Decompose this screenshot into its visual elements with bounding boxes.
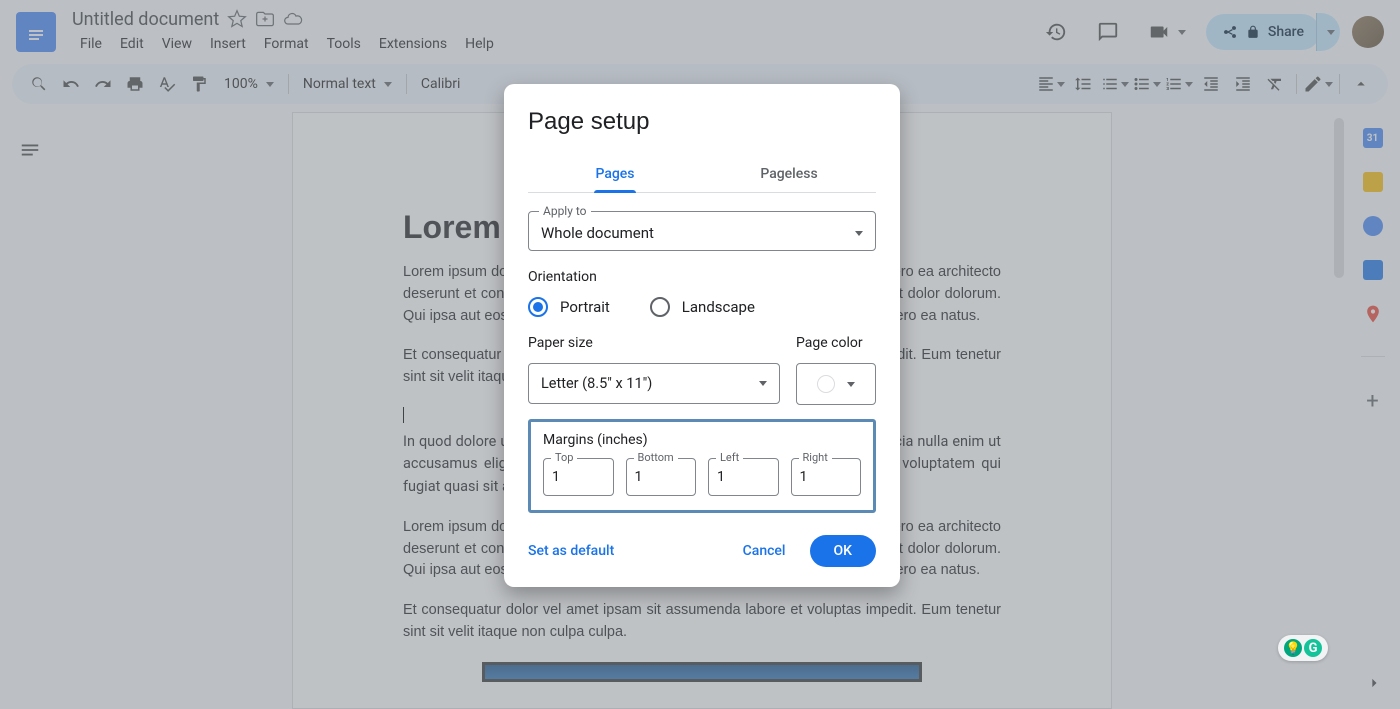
expand-panel-icon[interactable] [1364, 673, 1384, 693]
margin-top-label: Top [551, 451, 577, 464]
margin-right-label: Right [799, 451, 832, 464]
cancel-button[interactable]: Cancel [727, 535, 802, 567]
grammarly-icon: G [1304, 639, 1322, 657]
paper-size-label: Paper size [528, 335, 780, 351]
apply-to-select[interactable]: Apply to Whole document [528, 211, 876, 251]
apply-to-label: Apply to [539, 204, 591, 218]
radio-unchecked-icon [650, 297, 670, 317]
orientation-portrait[interactable]: Portrait [528, 297, 610, 317]
margin-left-label: Left [716, 451, 743, 464]
ok-button[interactable]: OK [810, 535, 877, 567]
dialog-title: Page setup [528, 108, 876, 136]
margins-label: Margins (inches) [543, 432, 861, 448]
grammarly-badge[interactable]: 💡 G [1278, 635, 1328, 661]
margin-bottom-label: Bottom [634, 451, 678, 464]
radio-checked-icon [528, 297, 548, 317]
page-setup-dialog: Page setup Pages Pageless Apply to Whole… [504, 84, 900, 587]
set-as-default-button[interactable]: Set as default [528, 543, 614, 559]
chevron-down-icon [759, 381, 767, 386]
margins-section: Margins (inches) Top Bottom Left Right [528, 419, 876, 513]
tab-pages[interactable]: Pages [528, 156, 702, 192]
orientation-label: Orientation [528, 269, 876, 285]
page-color-select[interactable] [796, 363, 876, 405]
tab-pageless[interactable]: Pageless [702, 156, 876, 192]
page-color-label: Page color [796, 335, 876, 351]
paper-size-select[interactable]: Letter (8.5" x 11") [528, 363, 780, 404]
color-swatch [817, 375, 835, 393]
chevron-down-icon [847, 382, 855, 387]
chevron-down-icon [855, 231, 863, 236]
orientation-landscape[interactable]: Landscape [650, 297, 755, 317]
bulb-icon: 💡 [1284, 639, 1302, 657]
dialog-tabs: Pages Pageless [528, 156, 876, 193]
